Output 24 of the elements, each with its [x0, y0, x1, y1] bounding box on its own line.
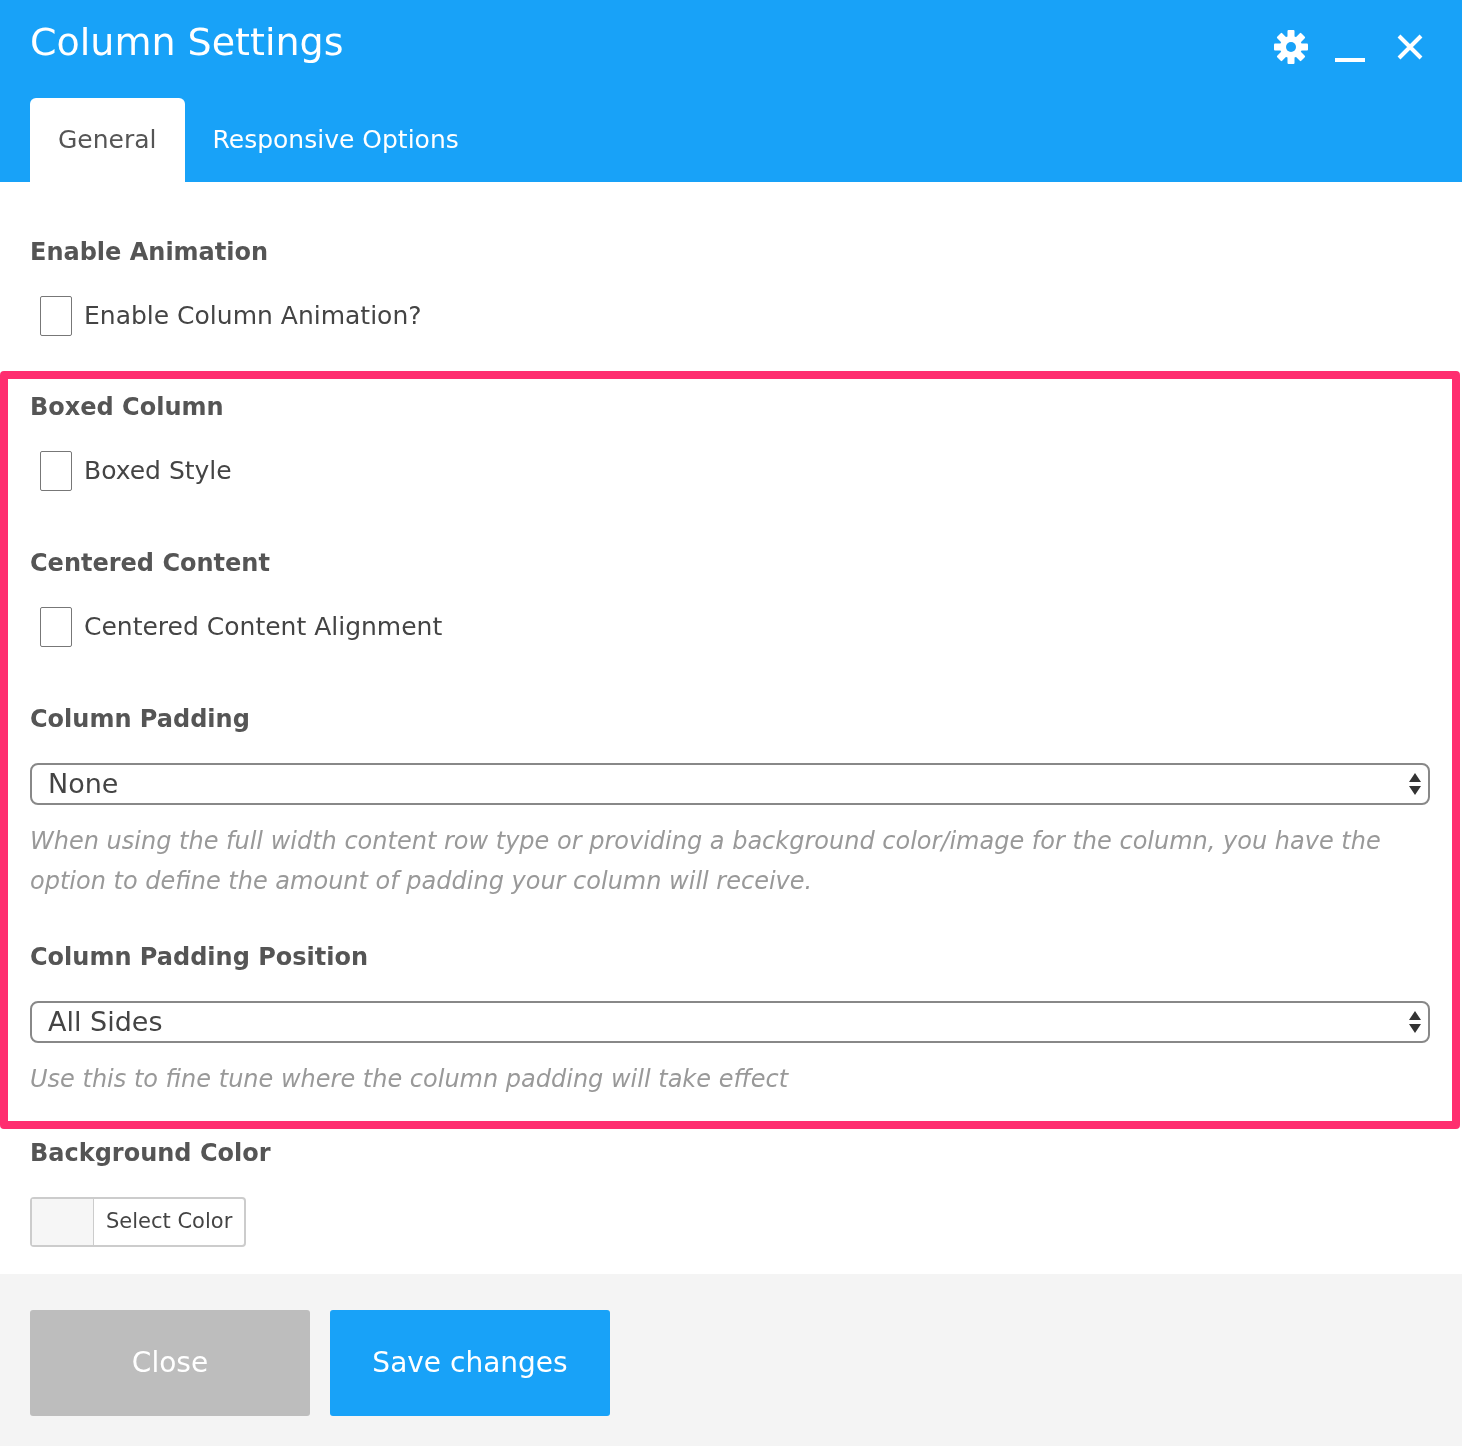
- settings-icon[interactable]: [1273, 29, 1309, 65]
- up-down-arrows-icon: [1408, 771, 1422, 797]
- checkbox[interactable]: [40, 607, 72, 647]
- section-heading: Column Padding: [30, 704, 251, 735]
- checkbox-label: Enable Column Animation?: [84, 300, 422, 332]
- section-heading: Centered Content: [30, 548, 271, 579]
- close-icon[interactable]: [1396, 33, 1424, 61]
- section-heading: Boxed Column: [30, 392, 225, 423]
- tab[interactable]: General: [30, 98, 185, 182]
- select-field[interactable]: All Sides: [30, 1001, 1430, 1043]
- checkbox[interactable]: [40, 296, 72, 336]
- section-heading: Enable Animation: [30, 237, 270, 268]
- checkbox-label: Boxed Style: [84, 455, 232, 487]
- checkbox[interactable]: [40, 451, 72, 491]
- minimize-icon[interactable]: [1335, 56, 1365, 64]
- window-title: Column Settings: [30, 19, 344, 66]
- checkbox-label: Centered Content Alignment: [84, 611, 443, 643]
- help-text: When using the full width content row type or providing a background color/image for the column, you have the option to define the amount of padding your column will receive.: [30, 826, 1382, 897]
- up-down-arrows-icon: [1408, 1009, 1422, 1035]
- help-text: Use this to fine tune where the column padding will take effect: [30, 1064, 790, 1095]
- color-picker-button[interactable]: Select Color: [30, 1197, 247, 1247]
- section-heading: Background Color: [30, 1138, 272, 1169]
- select-field[interactable]: None: [30, 763, 1430, 805]
- section-heading: Column Padding Position: [30, 942, 370, 973]
